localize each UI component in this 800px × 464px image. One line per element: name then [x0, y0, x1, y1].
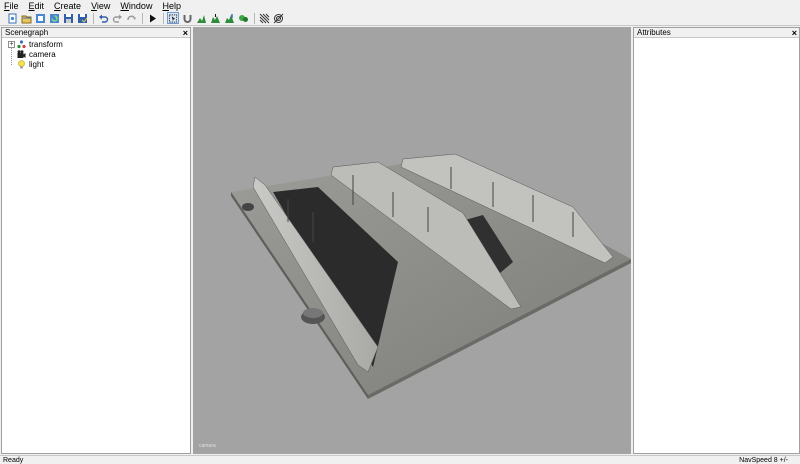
menu-create[interactable]: Create: [53, 1, 82, 11]
status-text: Ready: [3, 457, 24, 464]
new-icon[interactable]: [6, 12, 18, 24]
menu-file[interactable]: File: [3, 1, 20, 11]
drum-object: [303, 308, 323, 318]
attributes-close-button[interactable]: ×: [792, 28, 797, 38]
menu-help[interactable]: Help: [161, 1, 182, 11]
scenegraph-title-bar: Scenegraph ×: [2, 28, 190, 38]
camera-icon: [17, 49, 26, 59]
pattern-alt-icon[interactable]: [272, 12, 284, 24]
tree-item-light[interactable]: light: [2, 59, 190, 69]
nav-speed-indicator: NavSpeed 8 +/-: [739, 457, 788, 464]
menu-edit[interactable]: Edit: [28, 1, 46, 11]
scenegraph-title: Scenegraph: [5, 28, 49, 37]
terrain-icon[interactable]: [195, 12, 207, 24]
reload-icon[interactable]: [48, 12, 60, 24]
toolbar-separator: [142, 12, 143, 24]
attributes-panel: Attributes ×: [633, 27, 800, 454]
open-icon[interactable]: [20, 12, 32, 24]
scene-render: [231, 153, 631, 399]
save-icon[interactable]: [62, 12, 74, 24]
pattern-icon[interactable]: [258, 12, 270, 24]
tree-item-transform[interactable]: + transform: [2, 39, 190, 49]
attributes-title-bar: Attributes ×: [634, 28, 799, 38]
play-icon[interactable]: [146, 12, 158, 24]
undo-icon[interactable]: [97, 12, 109, 24]
menu-window[interactable]: Window: [119, 1, 153, 11]
import-icon[interactable]: [34, 12, 46, 24]
attributes-title: Attributes: [637, 28, 671, 37]
scenegraph-close-button[interactable]: ×: [183, 28, 188, 38]
terrain-raise-icon[interactable]: [209, 12, 221, 24]
tree-expand-toggle[interactable]: +: [8, 40, 15, 48]
transform-icon: [17, 39, 26, 49]
save-as-icon[interactable]: [76, 12, 88, 24]
scenegraph-tree: + transform camera light: [2, 38, 190, 69]
toolbar-separator: [254, 12, 255, 24]
toolbar: [0, 11, 800, 26]
tree-item-label: light: [29, 59, 44, 69]
menu-bar: File Edit Create View Window Help: [0, 0, 800, 11]
drum-object: [242, 203, 254, 211]
toolbar-separator: [93, 12, 94, 24]
vegetation-icon[interactable]: [237, 12, 249, 24]
magnet-icon[interactable]: [181, 12, 193, 24]
terrain-paint-icon[interactable]: [223, 12, 235, 24]
viewport-camera-label: camera: [199, 443, 216, 449]
redo-alt-icon[interactable]: [125, 12, 137, 24]
tree-item-label: camera: [29, 49, 56, 59]
scenegraph-panel: Scenegraph × + transform camera light: [1, 27, 191, 454]
select-icon[interactable]: [167, 12, 179, 24]
redo-icon[interactable]: [111, 12, 123, 24]
toolbar-separator: [163, 12, 164, 24]
light-bulb-icon: [17, 59, 26, 69]
tree-item-label: transform: [29, 39, 63, 49]
3d-viewport[interactable]: camera: [193, 27, 631, 454]
tree-item-camera[interactable]: camera: [2, 49, 190, 59]
status-bar: Ready NavSpeed 8 +/-: [0, 455, 800, 464]
menu-view[interactable]: View: [90, 1, 111, 11]
